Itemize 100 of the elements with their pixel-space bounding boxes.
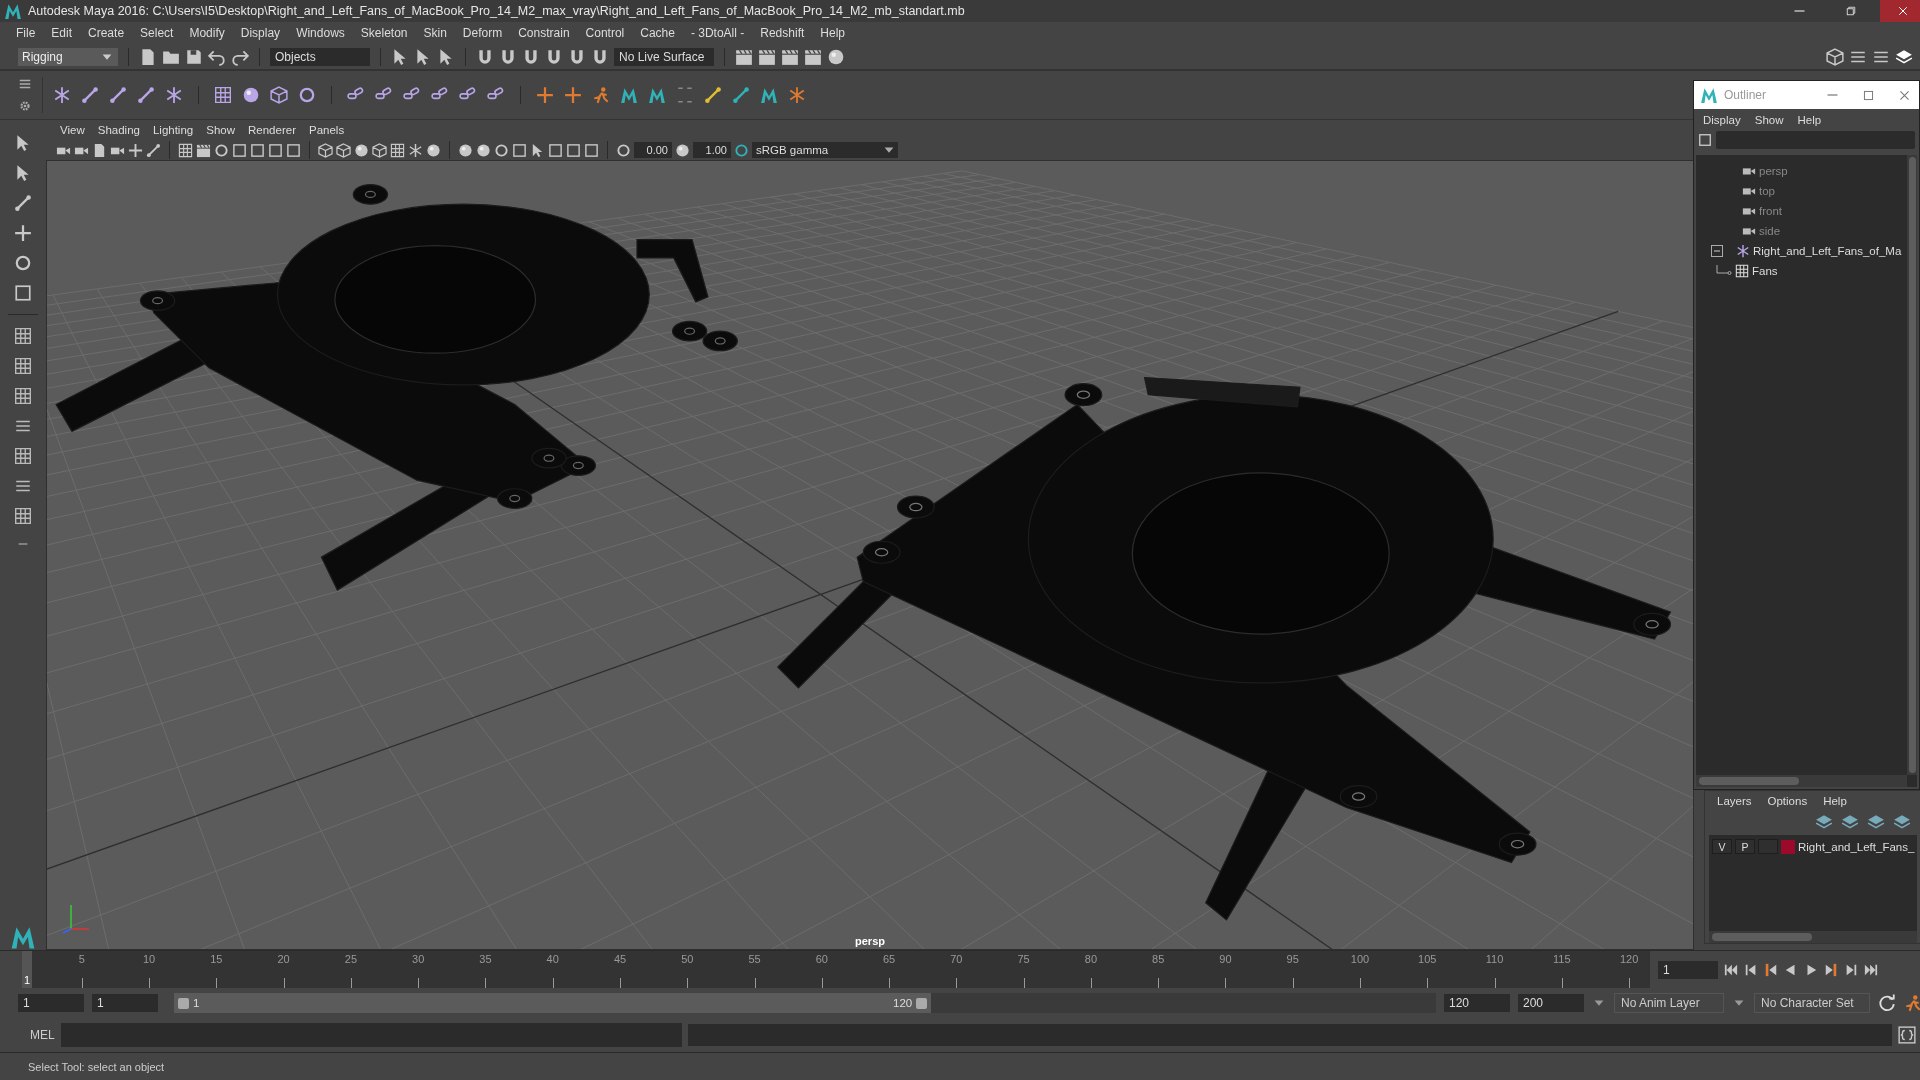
logo-icon[interactable] — [620, 86, 638, 104]
settings-icon[interactable] — [18, 99, 32, 113]
layer-menu-item[interactable]: Options — [1759, 795, 1816, 807]
panel-menu-item[interactable]: Panels — [304, 124, 354, 136]
current-frame-field[interactable]: 1 — [1658, 960, 1718, 979]
visibility-toggle[interactable]: V — [1712, 839, 1732, 854]
filter-toggle-icon[interactable] — [1698, 133, 1712, 147]
render-view-icon[interactable] — [735, 47, 753, 66]
square-icon[interactable] — [584, 142, 599, 158]
menu-item[interactable]: Edit — [43, 26, 81, 40]
layer-color-swatch[interactable] — [1781, 839, 1795, 854]
previous-key-icon[interactable] — [1764, 962, 1778, 977]
menu-item[interactable]: Modify — [181, 26, 233, 40]
exposure-field[interactable]: 0.00 — [634, 142, 672, 158]
layout-icon[interactable] — [14, 357, 32, 375]
magnet-icon[interactable] — [591, 47, 609, 66]
grid-icon[interactable] — [390, 142, 405, 158]
play-backward-icon[interactable] — [1784, 962, 1798, 977]
outliner-item[interactable]: Right_and_Left_Fans_of_Ma — [1753, 245, 1902, 257]
menu-item[interactable]: Windows — [288, 26, 353, 40]
panel-menu-item[interactable]: View — [56, 124, 94, 136]
square-icon[interactable] — [566, 142, 581, 158]
playback-toggle[interactable]: P — [1735, 839, 1755, 854]
outliner-item[interactable]: Fans — [1752, 265, 1778, 277]
dots-icon[interactable] — [676, 86, 694, 104]
playback-start-field[interactable]: 1 — [92, 994, 158, 1012]
layout-icon[interactable] — [14, 507, 32, 525]
script-editor-icon[interactable] — [1898, 1026, 1917, 1044]
anim-layer-dropdown[interactable]: No Anim Layer — [1614, 993, 1724, 1013]
command-language-label[interactable]: MEL — [30, 1028, 55, 1042]
menu-item[interactable]: Create — [80, 26, 133, 40]
ipr-render-icon[interactable] — [781, 47, 799, 66]
command-input-field[interactable] — [60, 1023, 682, 1047]
save-icon[interactable] — [185, 47, 203, 66]
cube-icon[interactable] — [318, 142, 333, 158]
range-handle[interactable] — [178, 997, 189, 1009]
square-icon[interactable] — [232, 142, 247, 158]
collapse-toggle[interactable] — [1711, 245, 1723, 257]
move-icon[interactable] — [128, 142, 143, 158]
range-handle[interactable] — [916, 997, 928, 1009]
menu-item[interactable]: Redshift — [752, 26, 813, 40]
sphere-icon[interactable] — [426, 142, 441, 158]
outliner-item[interactable]: top — [1759, 185, 1775, 197]
logo-icon[interactable] — [648, 86, 666, 104]
menu-set-dropdown[interactable]: Rigging — [18, 47, 118, 66]
time-slider[interactable]: 5 10 15 20 25 30 35 40 45 50 55 60 65 70 75 80 85 90 95 100 105 110 115 120 1 — [22, 951, 1650, 988]
joint-chain-icon[interactable] — [81, 86, 99, 104]
outliner-item[interactable]: persp — [1759, 165, 1788, 177]
cursor-icon[interactable] — [530, 142, 545, 158]
add-to-layer-icon[interactable] — [1893, 813, 1912, 831]
square-icon[interactable] — [250, 142, 265, 158]
horizontal-scrollbar[interactable] — [1709, 931, 1918, 943]
panel-menu-item[interactable]: Lighting — [148, 124, 203, 136]
vertical-scrollbar[interactable] — [1907, 155, 1917, 775]
go-to-end-icon[interactable] — [1864, 962, 1878, 977]
logo-icon[interactable] — [760, 86, 778, 104]
menu-item[interactable]: Constrain — [510, 26, 578, 40]
search-field[interactable] — [1716, 131, 1915, 149]
sphere-icon[interactable] — [476, 142, 491, 158]
selection-mode-dropdown[interactable]: Objects — [270, 47, 370, 66]
layout-icon[interactable] — [14, 327, 32, 345]
range-slider[interactable] — [174, 993, 932, 1013]
runner-icon[interactable] — [592, 86, 610, 104]
bookmark-icon[interactable] — [92, 142, 107, 158]
current-frame-marker[interactable]: 1 — [22, 951, 32, 988]
layer-name[interactable]: Right_and_Left_Fans_ — [1798, 840, 1915, 853]
menu-item[interactable]: Skeleton — [352, 26, 416, 40]
ring-icon[interactable] — [494, 142, 509, 158]
outliner-menu-item[interactable]: Help — [1790, 114, 1829, 126]
panel-menu-item[interactable]: Show — [202, 124, 244, 136]
auto-key-icon[interactable] — [1878, 994, 1896, 1012]
modeling-toolkit-icon[interactable] — [1826, 47, 1845, 66]
menu-item[interactable]: Skin — [415, 26, 455, 40]
move-layer-up-icon[interactable] — [1815, 813, 1834, 831]
cube-icon[interactable] — [372, 142, 387, 158]
gamma-field[interactable]: 1.00 — [693, 142, 731, 158]
shelf-menu-icon[interactable] — [18, 77, 32, 91]
square-icon[interactable] — [512, 142, 527, 158]
horizontal-scrollbar[interactable] — [1696, 775, 1907, 787]
live-surface-field[interactable]: No Live Surface — [614, 47, 714, 66]
layer-menu-item[interactable]: Layers — [1709, 795, 1760, 807]
cube-icon[interactable] — [336, 142, 351, 158]
panel-menu-item[interactable]: Shading — [93, 124, 149, 136]
menu-item[interactable]: Deform — [454, 26, 511, 40]
sphere-icon[interactable] — [242, 86, 260, 104]
square-icon[interactable] — [286, 142, 301, 158]
film-icon[interactable] — [196, 142, 211, 158]
step-back-icon[interactable] — [1744, 962, 1758, 977]
move-layer-down-icon[interactable] — [1841, 813, 1860, 831]
outliner-menu-item[interactable]: Display — [1696, 114, 1748, 126]
square-icon[interactable] — [548, 142, 563, 158]
go-to-start-icon[interactable] — [1724, 962, 1738, 977]
menu-item[interactable]: Display — [232, 26, 289, 40]
menu-item[interactable]: File — [8, 26, 44, 40]
color-space-dropdown[interactable]: sRGB gamma — [752, 142, 898, 158]
menu-item[interactable]: Select — [132, 26, 182, 40]
render-settings-icon[interactable] — [804, 47, 822, 66]
sphere-icon[interactable] — [458, 142, 473, 158]
move-icon[interactable] — [14, 224, 32, 242]
runner-icon[interactable] — [1904, 994, 1920, 1012]
